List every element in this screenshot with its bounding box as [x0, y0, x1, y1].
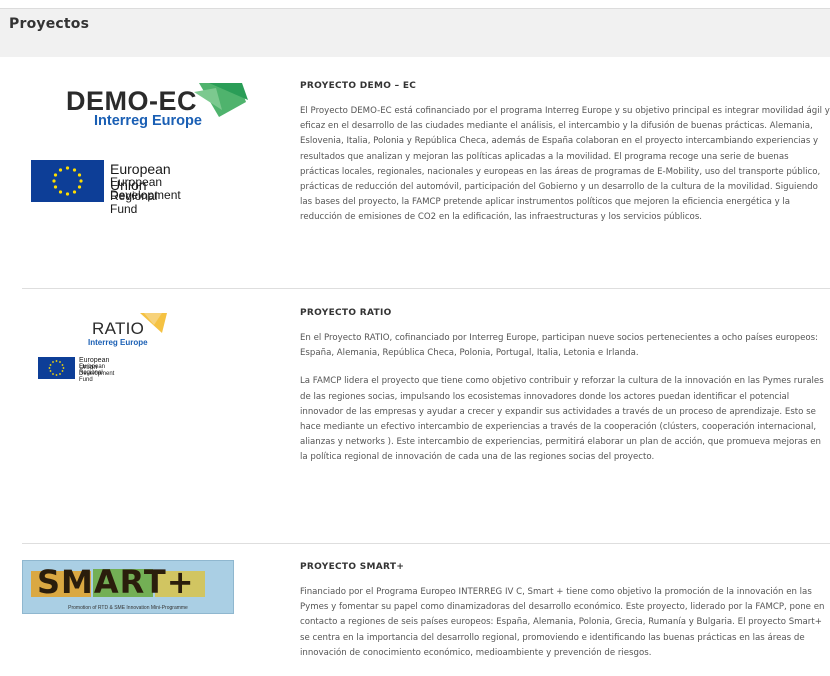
project-demo-ec: DEMO-EC Interreg Europe European Union E… [22, 62, 830, 286]
logo-word: SMART+ [37, 563, 195, 601]
demo-ec-logo: DEMO-EC Interreg Europe [64, 62, 279, 132]
logo-caption: Promotion of RTD & SME Innovation Mini-P… [68, 605, 188, 611]
project-paragraph: En el Proyecto RATIO, cofinanciado por I… [300, 333, 819, 359]
ratio-logo: RATIO Interreg Europe [82, 311, 202, 347]
project-ratio: RATIO Interreg Europe European Union Eur… [22, 289, 830, 529]
page-header: Proyectos [0, 8, 830, 57]
project-title: PROYECTO DEMO – EC [300, 81, 417, 91]
eu-line-3: Development Fund [79, 371, 115, 383]
interreg-label: Interreg Europe [88, 338, 148, 347]
project-text: PROYECTO SMART+ Financiado por el Progra… [300, 562, 830, 674]
logo-word: RATIO [92, 319, 145, 338]
eu-flag-icon [38, 357, 75, 379]
page-title: Proyectos [9, 16, 90, 32]
project-paragraph: El Proyecto DEMO-EC está cofinanciado po… [300, 106, 830, 223]
project-smart-plus: SMART+ Promotion of RTD & SME Innovation… [22, 544, 830, 676]
eu-line-3: Development Fund [110, 188, 181, 216]
project-text: PROYECTO RATIO En el Proyecto RATIO, cof… [300, 308, 830, 479]
eu-flag-icon [31, 160, 104, 202]
interreg-label: Interreg Europe [94, 113, 202, 129]
project-title: PROYECTO RATIO [300, 308, 392, 318]
project-paragraph: Financiado por el Programa Europeo INTER… [300, 587, 825, 658]
project-text: PROYECTO DEMO – EC El Proyecto DEMO-EC e… [300, 81, 830, 239]
project-title: PROYECTO SMART+ [300, 562, 405, 572]
project-paragraph: La FAMCP lidera el proyecto que tiene co… [300, 376, 824, 463]
smart-plus-logo: SMART+ Promotion of RTD & SME Innovation… [22, 560, 234, 614]
